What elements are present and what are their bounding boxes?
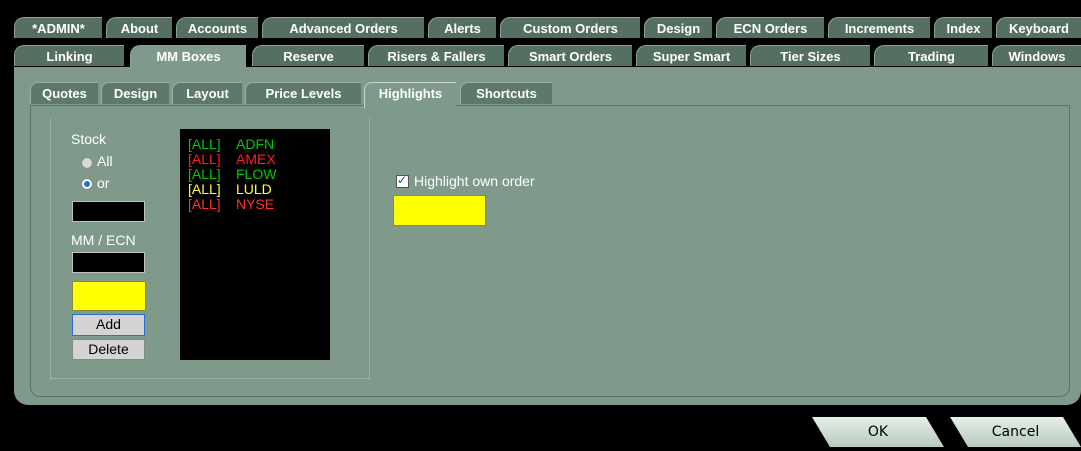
tab-alerts[interactable]: Alerts — [428, 17, 496, 38]
left-group-border — [50, 118, 51, 380]
subtab-shortcuts[interactable]: Shortcuts — [460, 82, 552, 104]
radio-or[interactable] — [81, 178, 93, 190]
tab-row-2: Linking MM Boxes Reserve Risers & Faller… — [14, 45, 1081, 69]
radio-all-label: All — [97, 153, 113, 169]
mm-ecn-label: MM / ECN — [71, 232, 136, 248]
own-order-color-swatch[interactable] — [393, 195, 486, 226]
subtab-highlights[interactable]: Highlights — [364, 82, 456, 108]
tab-row-1: *ADMIN* About Accounts Advanced Orders A… — [14, 17, 1081, 39]
tab-reserve[interactable]: Reserve — [252, 45, 364, 66]
list-item-scope: [ALL] — [188, 136, 221, 152]
cancel-button[interactable]: Cancel — [950, 417, 1081, 447]
list-item[interactable]: [ALL] NYSE — [188, 197, 274, 212]
top-strip — [0, 0, 1081, 12]
delete-button[interactable]: Delete — [72, 339, 145, 360]
highlight-own-order-label: Highlight own order — [414, 173, 535, 189]
highlight-color-swatch[interactable] — [72, 281, 146, 311]
subtab-design[interactable]: Design — [101, 82, 169, 104]
radio-or-label: or — [97, 175, 110, 191]
stock-input[interactable] — [72, 201, 145, 222]
tab-tier-sizes[interactable]: Tier Sizes — [750, 45, 870, 66]
subtab-row: Quotes Design Layout Price Levels Highli… — [30, 82, 570, 108]
list-item-scope: [ALL] — [188, 196, 221, 212]
list-item-name: LULD — [236, 181, 272, 197]
tab-admin[interactable]: *ADMIN* — [14, 17, 102, 38]
list-item[interactable]: [ALL] AMEX — [188, 152, 276, 167]
tab-ecn-orders[interactable]: ECN Orders — [716, 17, 824, 38]
tab-linking[interactable]: Linking — [14, 45, 124, 66]
highlight-list[interactable]: [ALL] ADFN [ALL] AMEX [ALL] FLOW [ALL] LULD … — [180, 129, 330, 360]
tab-advanced-orders[interactable]: Advanced Orders — [262, 17, 424, 38]
tab-design[interactable]: Design — [644, 17, 712, 38]
list-item-scope: [ALL] — [188, 166, 221, 182]
subtab-price-levels[interactable]: Price Levels — [245, 82, 361, 104]
list-item-name: NYSE — [236, 196, 275, 212]
tab-index[interactable]: Index — [934, 17, 992, 38]
list-item-name: FLOW — [236, 166, 277, 182]
list-item-scope: [ALL] — [188, 181, 221, 197]
tab-super-smart[interactable]: Super Smart — [636, 45, 746, 66]
tab-risers-fallers[interactable]: Risers & Fallers — [368, 45, 504, 66]
highlight-own-order-checkbox[interactable] — [396, 173, 409, 188]
list-item[interactable]: [ALL] FLOW — [188, 167, 276, 182]
cancel-button-label: Cancel — [991, 424, 1040, 440]
mm-ecn-input[interactable] — [72, 252, 145, 273]
group-divider — [369, 118, 370, 380]
tab-smart-orders[interactable]: Smart Orders — [508, 45, 632, 66]
stock-label: Stock — [71, 131, 107, 147]
list-item-scope: [ALL] — [188, 151, 221, 167]
list-item[interactable]: [ALL] LULD — [188, 182, 272, 197]
list-item-name: AMEX — [236, 151, 276, 167]
ok-button[interactable]: OK — [812, 417, 944, 447]
tab-about[interactable]: About — [106, 17, 172, 38]
tab-increments[interactable]: Increments — [828, 17, 930, 38]
add-button[interactable]: Add — [72, 314, 145, 336]
tab-windows[interactable]: Windows — [992, 45, 1081, 66]
tab-custom-orders[interactable]: Custom Orders — [500, 17, 640, 38]
list-item[interactable]: [ALL] ADFN — [188, 137, 274, 152]
list-item-name: ADFN — [236, 136, 275, 152]
tab-mm-boxes[interactable]: MM Boxes — [130, 45, 246, 69]
subtab-layout[interactable]: Layout — [172, 82, 242, 104]
radio-all[interactable] — [81, 157, 93, 169]
tab-trading[interactable]: Trading — [874, 45, 988, 66]
tab-keyboard[interactable]: Keyboard — [996, 17, 1081, 38]
left-group-bottom — [50, 378, 370, 379]
subtab-quotes[interactable]: Quotes — [30, 82, 98, 104]
tab-accounts[interactable]: Accounts — [176, 17, 258, 38]
ok-button-label: OK — [867, 424, 889, 440]
